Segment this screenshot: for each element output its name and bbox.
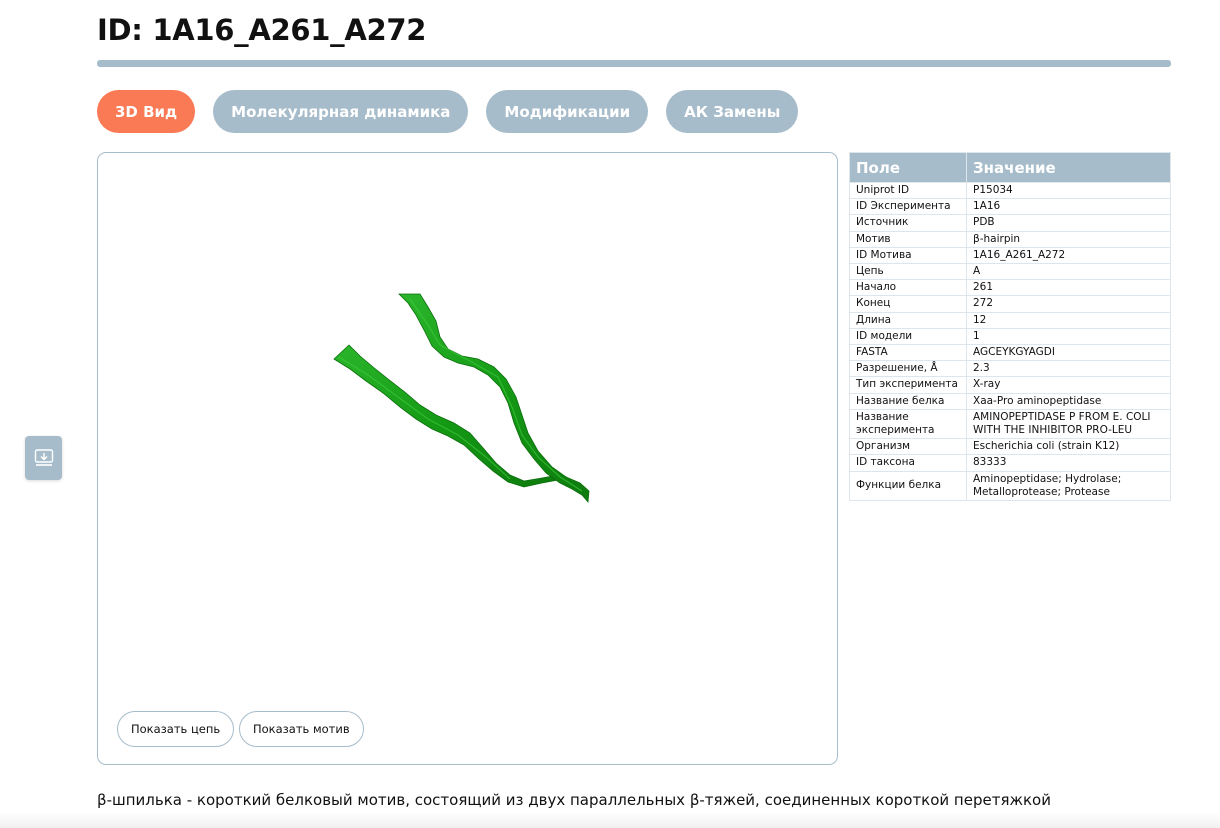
table-cell-field: Начало bbox=[849, 279, 967, 297]
table-cell-value: 1A16 bbox=[966, 198, 1171, 216]
tab-molecular-dynamics[interactable]: Молекулярная динамика bbox=[213, 90, 469, 133]
table-cell-value: P15034 bbox=[966, 181, 1171, 200]
table-row: Функции белка Aminopeptidase; Hydrolase; … bbox=[849, 470, 1171, 502]
show-chain-button[interactable]: Показать цепь bbox=[117, 711, 235, 747]
table-cell-value: A bbox=[966, 263, 1171, 281]
table-cell-field: Цепь bbox=[849, 263, 967, 281]
table-row: Название белка Xaa-Pro aminopeptidase bbox=[849, 392, 1171, 410]
table-cell-field: Длина bbox=[849, 311, 967, 329]
table-cell-field: Функции белка bbox=[849, 470, 967, 502]
page: ID: 1A16_A261_A272 3D Вид Молекулярная д… bbox=[0, 0, 1220, 828]
table-cell-value: Escherichia coli (strain K12) bbox=[966, 438, 1171, 456]
table-cell-field: Мотив bbox=[849, 230, 967, 248]
table-row: ID Мотива 1A16_A261_A272 bbox=[849, 246, 1171, 265]
table-row: Разрешение, Å 2.3 bbox=[849, 360, 1171, 378]
table-body: Uniprot ID P15034 ID Эксперимента 1A16 Источ… bbox=[849, 181, 1171, 502]
tab-modifications[interactable]: Модификации bbox=[486, 90, 649, 133]
properties-table: Поле Значение Uniprot ID P15034 ID Экспери… bbox=[849, 152, 1171, 502]
table-row: Начало 261 bbox=[849, 279, 1171, 297]
table-cell-field: Разрешение, Å bbox=[849, 360, 967, 378]
table-row: Длина 12 bbox=[849, 311, 1171, 329]
table-cell-value: 1 bbox=[966, 327, 1171, 346]
tab-3d-view[interactable]: 3D Вид bbox=[97, 90, 196, 133]
table-cell-field: Название белка bbox=[849, 392, 967, 410]
table-cell-field: ID таксона bbox=[849, 454, 967, 472]
table-cell-value: 83333 bbox=[966, 454, 1171, 472]
table-cell-field: Uniprot ID bbox=[849, 181, 967, 200]
table-header-row: Поле Значение bbox=[849, 152, 1171, 183]
table-cell-value: 1A16_A261_A272 bbox=[966, 246, 1171, 265]
table-cell-field: Конец bbox=[849, 295, 967, 313]
table-cell-value: AMINOPEPTIDASE P FROM E. COLI WITH THE I… bbox=[966, 408, 1171, 440]
tab-aa-substitutions[interactable]: АК Замены bbox=[666, 90, 799, 133]
download-icon bbox=[34, 449, 53, 466]
table-cell-field: Организм bbox=[849, 438, 967, 456]
table-row: Название эксперимента AMINOPEPTIDASE P FR… bbox=[849, 408, 1171, 440]
table-cell-field: ID модели bbox=[849, 327, 967, 346]
column-header-value: Значение bbox=[966, 152, 1171, 183]
table-row: Uniprot ID P15034 bbox=[849, 181, 1171, 200]
structure-viewer[interactable]: Показать цепь Показать мотив bbox=[97, 152, 838, 765]
table-cell-value: 272 bbox=[966, 295, 1171, 313]
table-row: Тип эксперимента X-ray bbox=[849, 376, 1171, 394]
table-cell-value: AGCEYKGYAGDI bbox=[966, 344, 1171, 362]
table-cell-field: ID Эксперимента bbox=[849, 198, 967, 216]
table-row: Конец 272 bbox=[849, 295, 1171, 313]
table-cell-field: Название эксперимента bbox=[849, 408, 967, 440]
table-cell-field: ID Мотива bbox=[849, 246, 967, 265]
table-cell-field: Источник bbox=[849, 214, 967, 232]
bottom-fade bbox=[0, 812, 1220, 828]
table-cell-value: 12 bbox=[966, 311, 1171, 329]
table-cell-field: Тип эксперимента bbox=[849, 376, 967, 394]
tab-bar: 3D Вид Молекулярная динамика Модификации… bbox=[97, 90, 799, 133]
table-row: Источник PDB bbox=[849, 214, 1171, 232]
title-divider bbox=[97, 60, 1171, 67]
download-button[interactable] bbox=[25, 436, 62, 480]
table-row: Организм Escherichia coli (strain K12) bbox=[849, 438, 1171, 456]
table-row: FASTA AGCEYKGYAGDI bbox=[849, 344, 1171, 362]
table-cell-value: β-hairpin bbox=[966, 230, 1171, 248]
page-title: ID: 1A16_A261_A272 bbox=[97, 13, 427, 47]
column-header-field: Поле bbox=[849, 152, 967, 183]
show-motif-button[interactable]: Показать мотив bbox=[239, 711, 364, 747]
table-row: ID модели 1 bbox=[849, 327, 1171, 346]
table-cell-value: Xaa-Pro aminopeptidase bbox=[966, 392, 1171, 410]
table-row: ID таксона 83333 bbox=[849, 454, 1171, 472]
table-cell-value: 2.3 bbox=[966, 360, 1171, 378]
motif-description: β-шпилька - короткий белковый мотив, сос… bbox=[97, 791, 1051, 809]
table-cell-value: PDB bbox=[966, 214, 1171, 232]
table-cell-value: Aminopeptidase; Hydrolase; Metalloprotea… bbox=[966, 470, 1171, 502]
beta-hairpin-structure[interactable] bbox=[98, 153, 838, 765]
table-row: Мотив β-hairpin bbox=[849, 230, 1171, 248]
table-row: Цепь A bbox=[849, 263, 1171, 281]
table-cell-value: X-ray bbox=[966, 376, 1171, 394]
table-cell-field: FASTA bbox=[849, 344, 967, 362]
table-row: ID Эксперимента 1A16 bbox=[849, 198, 1171, 216]
table-cell-value: 261 bbox=[966, 279, 1171, 297]
